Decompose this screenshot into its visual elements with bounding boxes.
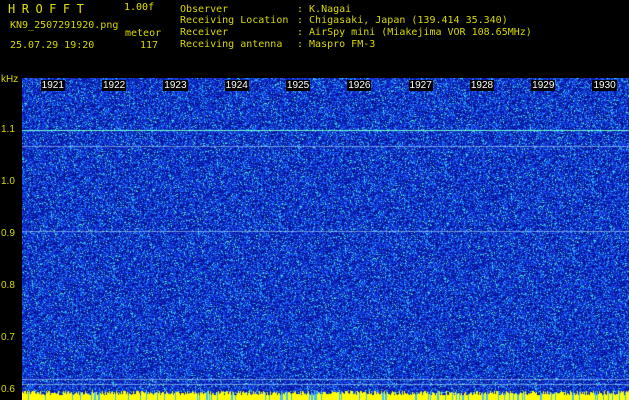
x-tick-label: 1927: [408, 80, 433, 91]
x-tick-label: 1924: [224, 80, 249, 91]
detection-count: 117: [140, 40, 159, 51]
app-title: HROFFT: [8, 2, 91, 16]
y-unit-label: kHz: [1, 74, 19, 85]
receiver-key: Receiver: [180, 27, 229, 38]
observer-key: Observer: [180, 4, 229, 15]
y-tick-label: 1.1: [1, 123, 15, 135]
datetime-label: 25.07.29 19:20: [10, 40, 95, 51]
location-value: : Chigasaki, Japan (139.414 35.340): [297, 15, 508, 26]
y-tick-label: 0.8: [1, 279, 15, 291]
x-tick-label: 1921: [40, 80, 65, 91]
y-tick-label: 0.7: [1, 331, 15, 343]
x-tick-label: 1922: [101, 80, 127, 91]
y-tick-label: 0.9: [1, 227, 15, 239]
antenna-value: : Maspro FM-3: [297, 39, 376, 50]
antenna-key: Receiving antenna: [180, 39, 283, 50]
location-key: Receiving Location: [180, 15, 289, 26]
x-tick-label: 1928: [469, 80, 495, 91]
x-tick-label: 1923: [163, 80, 188, 91]
x-tick-label: 1925: [285, 80, 311, 91]
version-label: 1.00f: [124, 2, 155, 13]
header-panel: HROFFT 1.00f KN9_2507291920.png meteor 2…: [0, 0, 629, 78]
mode-label: meteor: [125, 28, 162, 39]
x-tick-label: 1930: [592, 80, 617, 91]
y-tick-label: 1.0: [1, 175, 15, 187]
receiver-value: : AirSpy mini (Miakejima VOR 108.65MHz): [297, 27, 532, 38]
observer-value: : K.Nagai: [297, 4, 352, 15]
x-tick-label: 1926: [347, 80, 372, 91]
filename-label: KN9_2507291920.png: [10, 20, 119, 31]
x-tick-label: 1929: [531, 80, 556, 91]
spectrogram: [22, 78, 629, 400]
y-tick-label: 0.6: [1, 383, 15, 395]
